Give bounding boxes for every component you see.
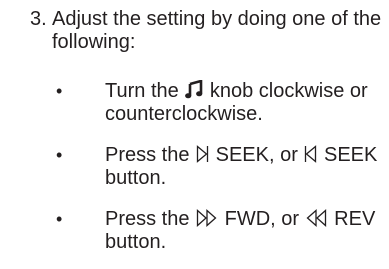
bullet-text-before: Press the (105, 144, 190, 166)
music-note-icon (185, 80, 203, 99)
bullet-marker: • (56, 145, 63, 165)
step-number: 3. (30, 8, 47, 30)
bullet-text: Press the SEEK, or SEEK button. (105, 144, 387, 190)
step-text: Adjust the setting by doing one of the f… (52, 8, 382, 53)
bullet-text-middle: FWD, or (224, 208, 300, 230)
bullet-text-before: Turn the (105, 80, 179, 102)
seek-forward-icon (196, 145, 209, 163)
rewind-icon (306, 209, 328, 227)
bullet-marker: • (56, 209, 63, 229)
fast-forward-icon (196, 209, 218, 227)
bullet-text-before: Press the (105, 208, 190, 230)
bullet-text-middle: SEEK, or (215, 144, 298, 166)
bullet-text: Turn the knob clockwise or counterclockw… (105, 80, 387, 126)
bullet-text: Press the FWD, or REV button. (105, 208, 387, 254)
instruction-step: 3. Adjust the setting by doing one of th… (0, 0, 389, 269)
bullet-marker: • (56, 81, 63, 101)
seek-back-icon (304, 145, 317, 163)
